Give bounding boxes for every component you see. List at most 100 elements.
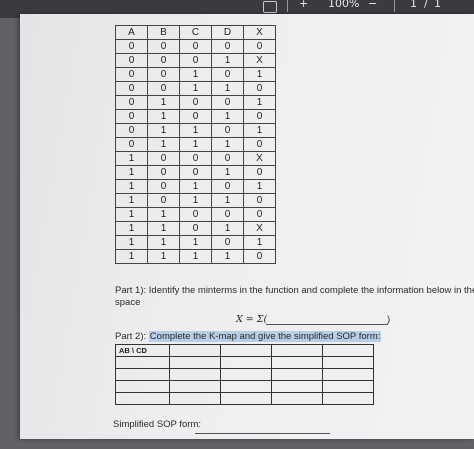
truth-table-cell: 0	[179, 39, 212, 54]
truth-table-cell: 0	[147, 81, 180, 96]
truth-table-cell: 1	[147, 207, 180, 222]
kmap-cell[interactable]	[169, 368, 221, 381]
truth-table-cell: 1	[115, 249, 148, 264]
truth-table-row: 11101	[115, 235, 276, 250]
truth-table-cell: 0	[211, 123, 244, 138]
truth-table-cell: 1	[147, 137, 180, 152]
kmap-cell[interactable]	[271, 356, 323, 369]
sum-formula: X = Σ(	[236, 314, 268, 325]
kmap-cell[interactable]	[322, 356, 374, 369]
sop-label: Simplified SOP form:	[113, 419, 201, 430]
truth-table-row: 10110	[115, 193, 276, 208]
truth-table-cell: 0	[115, 109, 148, 124]
truth-table-row: 01110	[115, 137, 276, 152]
truth-table-cell: 0	[179, 109, 212, 124]
truth-table-row: 11000	[115, 207, 276, 222]
truth-table-cell: 0	[179, 221, 212, 236]
kmap-cell[interactable]	[322, 344, 374, 357]
truth-table-cell: 1	[211, 137, 244, 152]
truth-table-row: 10101	[115, 179, 276, 194]
kmap-row: AB \ CD	[115, 344, 374, 357]
truth-table-row: 01010	[115, 109, 276, 124]
zoom-level[interactable]: 100%	[328, 0, 359, 10]
kmap-cell[interactable]	[220, 344, 272, 357]
truth-table-cell: 1	[115, 165, 148, 180]
kmap-row	[115, 368, 374, 381]
truth-table-cell: 0	[147, 53, 180, 68]
zoom-in-button[interactable]: +	[299, 0, 308, 10]
kmap-cell[interactable]	[220, 368, 272, 381]
kmap-row	[115, 380, 374, 393]
sop-answer-field[interactable]	[195, 433, 330, 434]
kmap-cell[interactable]	[271, 380, 323, 393]
truth-table-row: 0001X	[115, 53, 276, 68]
truth-table-cell: 0	[179, 207, 212, 222]
kmap-cell[interactable]	[115, 356, 170, 369]
truth-table-header-row: A B C D X	[115, 25, 276, 40]
truth-table-row: 01001	[115, 95, 276, 110]
truth-table-cell: 1	[147, 249, 180, 264]
truth-table-cell: 1	[115, 193, 148, 208]
truth-table-cell: 0	[211, 151, 244, 166]
truth-table-cell: 1	[179, 179, 212, 194]
truth-table-cell: 1	[211, 249, 244, 264]
kmap-cell[interactable]	[169, 356, 221, 369]
kmap-cell[interactable]	[271, 344, 323, 357]
truth-table-cell: X	[243, 151, 276, 166]
truth-table-body: 000000001X001010011001001010100110101110…	[115, 39, 276, 264]
truth-table-cell: 1	[243, 179, 276, 194]
truth-table-cell: 1	[115, 207, 148, 222]
truth-table-row: 10010	[115, 165, 276, 180]
kmap-cell[interactable]	[115, 368, 170, 381]
truth-table-cell: 1	[115, 151, 148, 166]
kmap-cell[interactable]	[220, 356, 272, 369]
truth-table-cell: 1	[179, 81, 212, 96]
truth-table: A B C D X 000000001X00101001100100101010…	[115, 25, 276, 264]
kmap-cell[interactable]	[322, 368, 374, 381]
kmap-cell[interactable]	[220, 392, 272, 405]
truth-table-cell: 0	[147, 67, 180, 82]
truth-table-cell: 0	[115, 137, 148, 152]
truth-table-cell: 1	[147, 109, 180, 124]
kmap-cell[interactable]	[271, 392, 323, 405]
truth-table-cell: 0	[211, 67, 244, 82]
page-current[interactable]: 1	[410, 0, 417, 10]
truth-table-cell: 1	[211, 81, 244, 96]
column-header-b: B	[147, 25, 180, 40]
kmap-cell[interactable]	[169, 392, 221, 405]
truth-table-cell: 1	[147, 95, 180, 110]
truth-table-row: 00101	[115, 67, 276, 82]
truth-table-cell: 0	[211, 207, 244, 222]
truth-table-cell: 1	[243, 95, 276, 110]
truth-table-cell: 1	[147, 221, 180, 236]
fit-page-icon[interactable]	[263, 1, 277, 13]
kmap-cell[interactable]	[322, 380, 374, 393]
kmap-cell[interactable]	[169, 380, 221, 393]
truth-table-cell: 0	[211, 235, 244, 250]
kmap-cell[interactable]	[115, 380, 170, 393]
truth-table-cell: 0	[179, 53, 212, 68]
truth-table-cell: 1	[115, 179, 148, 194]
truth-table-cell: 1	[115, 221, 148, 236]
minterms-answer-field[interactable]	[266, 324, 388, 325]
part1-instruction: Part 1): Identify the minterms in the fu…	[115, 285, 474, 296]
kmap-cell[interactable]	[115, 392, 170, 405]
truth-table-row: 00000	[115, 39, 276, 54]
toolbar-separator	[287, 0, 288, 12]
kmap-cell[interactable]	[169, 344, 221, 357]
kmap-row	[115, 392, 374, 405]
truth-table-cell: 0	[115, 67, 148, 82]
truth-table-row: 1101X	[115, 221, 276, 236]
column-header-c: C	[179, 25, 212, 40]
truth-table-cell: 0	[243, 137, 276, 152]
truth-table-cell: 0	[147, 39, 180, 54]
kmap-cell[interactable]	[322, 392, 374, 405]
truth-table-cell: 0	[243, 81, 276, 96]
kmap-cell[interactable]	[271, 368, 323, 381]
truth-table-cell: 0	[147, 151, 180, 166]
truth-table-cell: X	[243, 221, 276, 236]
kmap-body: AB \ CD	[115, 344, 374, 405]
kmap-cell[interactable]	[220, 380, 272, 393]
zoom-out-button[interactable]: −	[368, 0, 377, 10]
truth-table-cell: X	[243, 53, 276, 68]
